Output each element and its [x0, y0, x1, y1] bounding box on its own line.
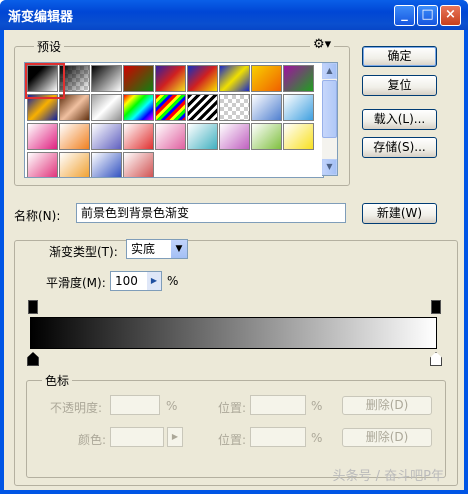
smoothness-label: 平滑度(M): [46, 276, 106, 290]
preset-swatch[interactable] [59, 123, 90, 150]
gear-icon[interactable]: ⚙▾ [310, 37, 335, 52]
title-bar[interactable]: 渐变编辑器 _ □ × [0, 0, 468, 30]
gradient-editor-window: 渐变编辑器 _ □ × 预设 ⚙▾ ▲ ▼ 确定 复位 载入(L)... 存储(… [0, 0, 468, 494]
preset-swatch[interactable] [27, 123, 58, 150]
preset-swatch[interactable] [187, 94, 218, 121]
minimize-button[interactable]: _ [394, 5, 415, 26]
opacity-label: 不透明度: [50, 401, 103, 415]
location-label-color: 位置: [218, 433, 247, 447]
preset-swatch[interactable] [251, 94, 282, 121]
name-field[interactable]: 前景色到背景色渐变 [76, 203, 346, 223]
preset-swatch[interactable] [91, 94, 122, 121]
chevron-down-icon[interactable]: ▼ [171, 240, 187, 258]
presets-label: 预设 [34, 38, 65, 55]
chevron-right-icon[interactable]: ▶ [147, 272, 161, 290]
preset-swatch[interactable] [251, 65, 282, 92]
scroll-thumb[interactable] [322, 80, 337, 138]
preset-swatch[interactable] [251, 123, 282, 150]
reset-button[interactable]: 复位 [362, 75, 437, 96]
stops-label: 色标 [42, 372, 73, 389]
preset-swatches [24, 62, 324, 178]
preset-swatch[interactable] [219, 123, 250, 150]
maximize-button[interactable]: □ [417, 5, 438, 26]
new-button[interactable]: 新建(W) [362, 203, 437, 224]
opacity-stop-right[interactable] [431, 300, 441, 314]
load-button[interactable]: 载入(L)... [362, 109, 437, 130]
window-title: 渐变编辑器 [8, 10, 74, 25]
preset-swatch[interactable] [283, 123, 314, 150]
location-unit-color: % [311, 431, 323, 445]
preset-swatch[interactable] [27, 152, 58, 177]
preset-swatch[interactable] [123, 94, 154, 121]
save-button[interactable]: 存储(S)... [362, 137, 437, 158]
preset-swatch[interactable] [91, 65, 122, 92]
smoothness-value: 100 [115, 274, 138, 288]
preset-swatch[interactable] [155, 65, 186, 92]
gradient-type-value: 实底 [131, 242, 156, 256]
scroll-up-icon[interactable]: ▲ [322, 63, 337, 79]
presets-scrollbar[interactable]: ▲ ▼ [322, 62, 338, 176]
color-menu-icon[interactable]: ▶ [167, 427, 183, 447]
preset-swatch[interactable] [155, 123, 186, 150]
gradient-preview-bar[interactable] [30, 317, 437, 349]
opacity-stop-left[interactable] [28, 300, 38, 314]
watermark: 头条号 / 奋斗吧P年 [332, 469, 444, 484]
ok-button[interactable]: 确定 [362, 46, 437, 67]
preset-swatch[interactable] [59, 152, 90, 177]
preset-swatch[interactable] [123, 65, 154, 92]
delete-opacity-button[interactable]: 删除(D) [342, 396, 432, 415]
dialog-body: 预设 ⚙▾ ▲ ▼ 确定 复位 载入(L)... 存储(S)... 名称(N):… [4, 30, 464, 490]
scroll-down-icon[interactable]: ▼ [322, 159, 337, 175]
gradient-type-label: 渐变类型(T): [46, 243, 121, 260]
gradient-type-select[interactable]: 实底 ▼ [126, 239, 188, 259]
location-field-opacity[interactable] [250, 395, 306, 415]
opacity-field[interactable] [110, 395, 160, 415]
opacity-unit: % [166, 399, 178, 413]
smoothness-field[interactable]: 100 ▶ [110, 271, 162, 291]
smoothness-unit: % [167, 274, 179, 288]
preset-swatch[interactable] [123, 123, 154, 150]
location-label-opacity: 位置: [218, 401, 247, 415]
color-swatch-field[interactable] [110, 427, 164, 447]
preset-swatch[interactable] [91, 152, 122, 177]
preset-swatch[interactable] [123, 152, 154, 177]
preset-swatch[interactable] [219, 94, 250, 121]
close-button[interactable]: × [440, 5, 461, 26]
selection-highlight [25, 63, 65, 99]
location-field-color[interactable] [250, 427, 306, 447]
name-label: 名称(N): [14, 209, 61, 223]
preset-swatch[interactable] [91, 123, 122, 150]
delete-color-button[interactable]: 删除(D) [342, 428, 432, 447]
location-unit-opacity: % [311, 399, 323, 413]
preset-swatch[interactable] [187, 123, 218, 150]
preset-swatch[interactable] [155, 94, 186, 121]
preset-swatch[interactable] [283, 65, 314, 92]
preset-swatch[interactable] [187, 65, 218, 92]
preset-swatch[interactable] [219, 65, 250, 92]
preset-swatch[interactable] [283, 94, 314, 121]
color-label: 颜色: [78, 433, 107, 447]
